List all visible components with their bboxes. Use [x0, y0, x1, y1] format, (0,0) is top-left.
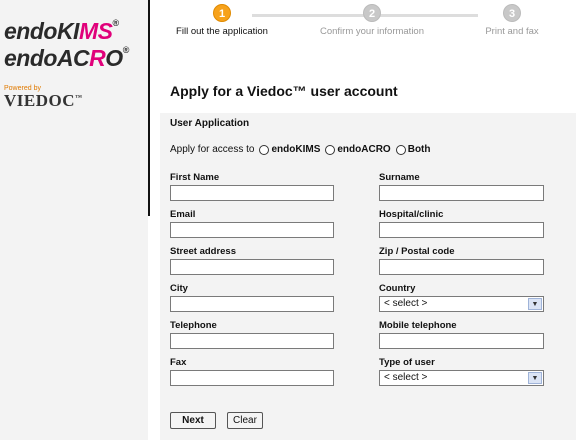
mobile-input[interactable] [379, 333, 544, 349]
progress-steps: 1 Fill out the application 2 Confirm you… [162, 4, 576, 38]
step-1-label: Fill out the application [176, 26, 268, 37]
zip-label: Zip / Postal code [379, 246, 455, 257]
type-of-user-label: Type of user [379, 357, 435, 368]
step-2-circle: 2 [363, 4, 381, 22]
endoacro-logo: endoACRO® [4, 45, 129, 71]
surname-label: Surname [379, 172, 420, 183]
sidebar-divider [148, 0, 150, 216]
radio-endokims[interactable] [259, 144, 270, 155]
step-3-label: Print and fax [485, 26, 539, 37]
email-label: Email [170, 209, 196, 220]
chevron-down-icon[interactable]: ▼ [528, 372, 542, 384]
radio-endoacro[interactable] [325, 144, 336, 155]
first-name-input[interactable] [170, 185, 334, 201]
country-select[interactable]: < select > ▼ [379, 296, 544, 312]
chevron-down-icon[interactable]: ▼ [528, 298, 542, 310]
country-label: Country [379, 283, 416, 294]
next-button[interactable]: Next [170, 412, 216, 429]
mobile-label: Mobile telephone [379, 320, 457, 331]
radio-both[interactable] [395, 144, 406, 155]
step-print: 3 Print and fax [467, 4, 557, 37]
hospital-input[interactable] [379, 222, 544, 238]
page-title: Apply for a Viedoc™ user account [170, 83, 398, 99]
street-address-input[interactable] [170, 259, 334, 275]
hospital-label: Hospital/clinic [379, 209, 444, 220]
telephone-label: Telephone [170, 320, 217, 331]
city-input[interactable] [170, 296, 334, 312]
step-fill-out: 1 Fill out the application [162, 4, 282, 37]
radio-both-label[interactable]: Both [408, 144, 431, 155]
step-2-label: Confirm your information [319, 26, 424, 37]
step-3-circle: 3 [503, 4, 521, 22]
clear-button[interactable]: Clear [227, 412, 263, 429]
zip-input[interactable] [379, 259, 544, 275]
section-title: User Application [170, 118, 250, 129]
type-select-value: < select > [384, 372, 428, 383]
city-label: City [170, 283, 188, 294]
street-address-label: Street address [170, 246, 237, 257]
step-confirm: 2 Confirm your information [309, 4, 435, 37]
first-name-label: First Name [170, 172, 220, 183]
surname-input[interactable] [379, 185, 544, 201]
type-of-user-select[interactable]: < select > ▼ [379, 370, 544, 386]
step-1-circle: 1 [213, 4, 231, 22]
viedoc-logo: VIEDOC™ [4, 91, 83, 110]
application-panel [160, 113, 576, 440]
fax-label: Fax [170, 357, 187, 368]
fax-input[interactable] [170, 370, 334, 386]
access-selector: Apply for access to endoKIMS endoACRO Bo… [170, 144, 431, 155]
email-input[interactable] [170, 222, 334, 238]
country-select-value: < select > [384, 298, 428, 309]
radio-endokims-label[interactable]: endoKIMS [271, 144, 320, 155]
telephone-input[interactable] [170, 333, 334, 349]
radio-endoacro-label[interactable]: endoACRO [337, 144, 390, 155]
access-prompt: Apply for access to [170, 144, 255, 155]
endokims-logo: endoKIMS® [4, 18, 119, 44]
